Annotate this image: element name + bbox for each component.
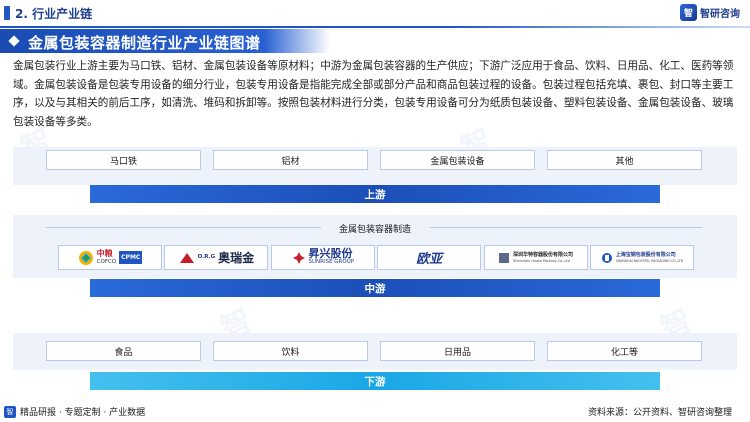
footer-tagline: 精品研报 · 专题定制 · 产业数据 (20, 408, 146, 418)
brand-name: 智研咨询 (700, 9, 740, 20)
downstream-item: 日用品 (380, 341, 535, 361)
upstream-item: 金属包装设备 (380, 150, 535, 170)
baosteel-logo-icon (601, 252, 612, 263)
huate-label: 深圳华特容器股份有限公司 Shenzhen Huate Packing Co.,… (513, 252, 573, 264)
stage-downstream: 下游 (90, 372, 660, 390)
footer-source: 资料来源：公开资料、智研咨询整理 (587, 408, 732, 418)
company-logo-org: O.R.G 奥瑞金 (164, 245, 269, 270)
company-logo-sunrise: 昇兴股份 SUNRISE GROUP (270, 245, 375, 270)
midstream-rule (430, 227, 702, 228)
org-sub-wrap: O.R.G (198, 254, 216, 261)
stage-midstream: 中游 (90, 279, 660, 297)
title-band: 金属包装容器制造行业产业链图谱 (0, 29, 330, 53)
downstream-item: 饮料 (213, 341, 368, 361)
midstream-companies: 中粮 COFCO CPMC O.R.G 奥瑞金 昇兴股份 SUNRISE GRO… (58, 245, 694, 270)
cofco-sub: COFCO (96, 258, 117, 265)
upstream-item: 铝材 (213, 150, 368, 170)
downstream-item: 化工等 (547, 341, 702, 361)
company-logo-cofco: 中粮 COFCO CPMC (58, 245, 162, 270)
baosteel-sub: SHANGHAI BAOSTEEL PACKAGING CO.,LTD (615, 258, 684, 263)
sunrise-name: 昇兴股份 (308, 246, 353, 260)
huate-sub: Shenzhen Huate Packing Co.,Ltd (513, 258, 570, 263)
diamond-icon (8, 35, 20, 47)
sunrise-sub: SUNRISE GROUP (308, 258, 355, 265)
cpmc-badge: CPMC (119, 251, 143, 264)
section-label: 2. 行业产业链 (15, 7, 93, 21)
baosteel-label: 上海宝钢包装股份有限公司 SHANGHAI BAOSTEEL PACKAGING… (616, 252, 683, 264)
footer-logo-icon: 智 (4, 405, 16, 418)
upstream-item: 其他 (547, 150, 702, 170)
downstream-item: 食品 (46, 341, 201, 361)
brand[interactable]: 智 智研咨询 (680, 4, 740, 21)
upstream-item: 马口铁 (46, 150, 201, 170)
ouya-name: 欧亚 (416, 252, 443, 267)
header-rule (0, 26, 750, 28)
intro-paragraph: 金属包装行业上游主要为马口铁、铝材、金属包装设备等原材料；中游为金属包装容器的生… (13, 60, 734, 128)
upstream-row: 马口铁 铝材 金属包装设备 其他 (46, 150, 702, 170)
page-title: 金属包装容器制造行业产业链图谱 (28, 34, 261, 52)
midstream-title: 金属包装容器制造 (338, 225, 411, 235)
stage-upstream: 上游 (90, 185, 660, 203)
huate-logo-icon (499, 252, 510, 263)
cofco-label: 中粮 COFCO (96, 248, 117, 266)
org-sub: O.R.G (197, 254, 216, 260)
org-name: 奥瑞金 (218, 251, 255, 265)
sunrise-logo-icon (292, 251, 305, 264)
cofco-name: 中粮 (96, 248, 113, 258)
top-bar: 2. 行业产业链 智 智研咨询 (0, 0, 750, 27)
company-logo-huate: 深圳华特容器股份有限公司 Shenzhen Huate Packing Co.,… (483, 245, 588, 270)
section-marker (4, 6, 10, 20)
company-logo-ouya: 欧亚 (377, 245, 482, 270)
downstream-row: 食品 饮料 日用品 化工等 (46, 341, 702, 361)
brand-logo-icon: 智 (680, 4, 697, 21)
sunrise-label: 昇兴股份 SUNRISE GROUP (308, 246, 355, 267)
company-logo-baosteel: 上海宝钢包装股份有限公司 SHANGHAI BAOSTEEL PACKAGING… (589, 245, 694, 270)
footer-left: 智 精品研报 · 专题定制 · 产业数据 (4, 405, 145, 418)
org-logo-icon (179, 252, 194, 263)
cofco-logo-icon (78, 250, 93, 265)
